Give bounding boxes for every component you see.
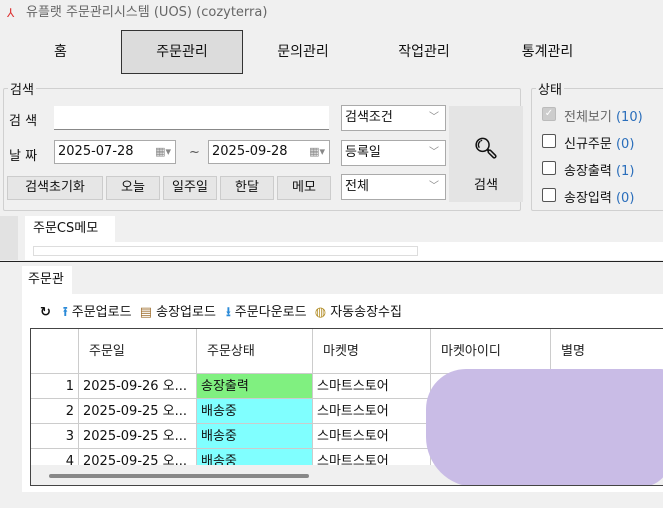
auto-invoice-button[interactable]: ◍ 자동송장수집 <box>315 305 402 320</box>
nav-orders[interactable]: 주문관리 <box>121 30 243 74</box>
search-label: 검 색 <box>9 114 38 129</box>
column-header[interactable]: 마켓아이디 <box>431 329 551 374</box>
status-label: 송장출력 <box>564 164 612 179</box>
status-legend: 상태 <box>538 83 562 98</box>
upload-label: 주문업로드 <box>71 305 132 320</box>
row-number[interactable]: 1 <box>31 374 79 399</box>
status-count: (1) <box>615 164 635 179</box>
tab-orders[interactable]: 주문관리 <box>22 266 72 315</box>
order-status-cell[interactable]: 송장출력 <box>197 374 313 399</box>
calendar-icon[interactable]: ▦▾ <box>155 141 171 163</box>
chevron-down-icon: ﹀ <box>429 112 439 123</box>
row-number[interactable]: 2 <box>31 399 79 424</box>
date-label: 날 짜 <box>9 149 38 164</box>
invoice-upload-label: 송장업로드 <box>156 305 216 320</box>
search-button[interactable]: 🔍︎ 검색 <box>449 106 523 202</box>
status-label: 전체보기 <box>564 110 612 125</box>
column-header[interactable]: 별명 <box>551 329 663 374</box>
nav-home[interactable]: 홈 <box>0 30 121 74</box>
scope-select[interactable]: 전체 ﹀ <box>341 174 446 200</box>
auto-label: 자동송장수집 <box>330 305 402 320</box>
status-count: (0) <box>615 191 635 206</box>
column-header[interactable]: 주문상태 <box>197 329 313 374</box>
download-orders-button[interactable]: ⭳ 주문다운로드 <box>226 305 306 320</box>
date-to-value: 2025-09-28 <box>212 144 288 159</box>
nav-stats[interactable]: 통계관리 <box>485 30 610 74</box>
scope-value: 전체 <box>345 179 369 194</box>
date-separator: ~ <box>189 145 200 160</box>
nav-inquiries[interactable]: 문의관리 <box>243 30 363 74</box>
window-title: 유플랫 주문관리시스템 (UOS) (cozyterra) <box>26 5 268 20</box>
search-legend: 검색 <box>10 83 34 98</box>
title-bar: 유플랫 주문관리시스템 (UOS) (cozyterra) <box>0 0 663 25</box>
nav-tasks[interactable]: 작업관리 <box>363 30 485 74</box>
invoice-icon: ▤ <box>139 305 152 320</box>
checkbox-icon <box>542 161 556 175</box>
memo-button[interactable]: 메모 <box>277 176 331 200</box>
order-status-cell[interactable]: 배송중 <box>197 399 313 424</box>
search-condition-select[interactable]: 검색조건 ﹀ <box>341 105 446 131</box>
reset-search-button[interactable]: 검색초기화 <box>7 176 103 200</box>
refresh-icon[interactable]: ↻ <box>40 305 51 320</box>
calendar-icon[interactable]: ▦▾ <box>309 141 325 163</box>
date-type-value: 등록일 <box>345 145 381 160</box>
checkbox-icon <box>542 134 556 148</box>
side-panel-edge <box>0 216 18 260</box>
upload-invoice-button[interactable]: ▤ 송장업로드 <box>140 305 216 320</box>
date-to-picker[interactable]: 2025-09-28 ▦▾ <box>208 140 330 164</box>
market-name-cell[interactable]: 스마트스토어 <box>313 424 431 449</box>
scrollbar-thumb[interactable] <box>49 474 309 478</box>
orders-grid[interactable]: 주문일 주문상태 마켓명 마켓아이디 별명 1 2025-09-26 오... 송장… <box>30 328 663 486</box>
search-condition-value: 검색조건 <box>345 110 393 125</box>
download-label: 주문다운로드 <box>234 305 307 320</box>
toolbar: ↻ ⭱ 주문업로드 ▤ 송장업로드 ⭳ 주문다운로드 ◍ 자동송장수집 <box>32 302 402 324</box>
cs-memo-panel <box>25 242 663 260</box>
tab-cs-memo[interactable]: 주문CS메모 <box>25 216 115 242</box>
status-label: 송장입력 <box>564 191 612 206</box>
order-date-cell[interactable]: 2025-09-26 오... <box>79 374 197 399</box>
order-status-cell[interactable]: 배송중 <box>197 424 313 449</box>
checkbox-icon <box>542 188 556 202</box>
status-count: (10) <box>615 110 643 125</box>
cs-memo-field[interactable] <box>33 246 418 256</box>
column-header[interactable]: 마켓명 <box>313 329 431 374</box>
search-button-label: 검색 <box>474 178 498 193</box>
chevron-down-icon: ﹀ <box>429 147 439 158</box>
upload-orders-button[interactable]: ⭱ 주문업로드 <box>63 305 132 320</box>
order-date-cell[interactable]: 2025-09-25 오... <box>79 424 197 449</box>
date-from-picker[interactable]: 2025-07-28 ▦▾ <box>54 140 176 164</box>
status-count: (0) <box>615 137 635 152</box>
market-name-cell[interactable]: 스마트스토어 <box>313 399 431 424</box>
month-button[interactable]: 한달 <box>220 176 274 200</box>
search-icon: 🔍︎ <box>473 136 499 160</box>
upload-icon: ⭱ <box>63 305 68 320</box>
row-header-corner <box>31 329 79 374</box>
market-name-cell[interactable]: 스마트스토어 <box>313 374 431 399</box>
app-logo-icon: ⅄ <box>7 6 15 20</box>
order-date-cell[interactable]: 2025-09-25 오... <box>79 399 197 424</box>
column-header[interactable]: 주문일 <box>79 329 197 374</box>
divider <box>0 261 663 262</box>
download-icon: ⭳ <box>226 305 231 320</box>
chevron-down-icon: ﹀ <box>429 181 439 192</box>
search-input[interactable] <box>54 106 329 130</box>
date-from-value: 2025-07-28 <box>58 144 134 159</box>
checkbox-checked-icon: ✓ <box>542 107 556 121</box>
auto-collect-icon: ◍ <box>314 305 327 320</box>
week-button[interactable]: 일주일 <box>163 176 217 200</box>
today-button[interactable]: 오늘 <box>106 176 160 200</box>
status-label: 신규주문 <box>564 137 612 152</box>
date-type-select[interactable]: 등록일 ﹀ <box>341 140 446 166</box>
redaction-overlay <box>426 369 663 485</box>
row-number[interactable]: 3 <box>31 424 79 449</box>
